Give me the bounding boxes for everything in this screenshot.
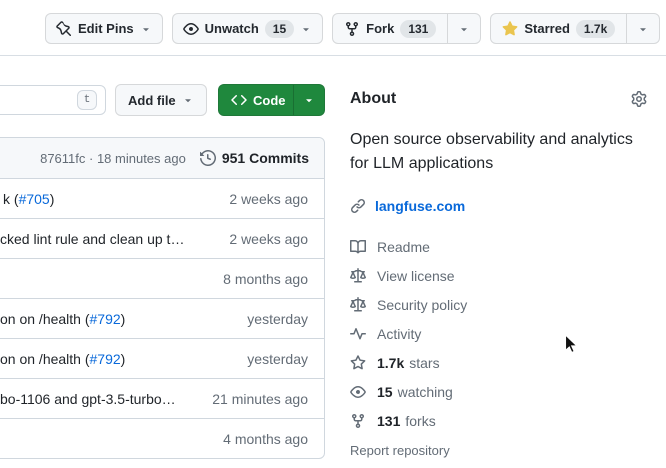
commit-date[interactable]: 2 weeks ago <box>229 231 324 247</box>
chevron-down-icon <box>140 23 152 35</box>
law-icon <box>350 268 366 284</box>
commit-message: cked lint rule and clean up t… <box>0 231 184 247</box>
commit-date[interactable]: 2 weeks ago <box>229 191 324 207</box>
website-link[interactable]: langfuse.com <box>375 198 465 214</box>
add-file-label: Add file <box>128 93 176 108</box>
repo-action-bar: Edit Pins Unwatch 15 Fork 131 Starred 1.… <box>45 13 660 44</box>
stars-link[interactable]: 1.7kstars <box>350 348 647 377</box>
issue-link[interactable]: #705 <box>19 191 50 207</box>
eye-icon <box>183 21 199 37</box>
commit-history-link[interactable]: 951 Commits <box>200 150 309 166</box>
file-row[interactable]: on on /health (#792) yesterday <box>0 338 324 378</box>
law-icon <box>350 297 366 313</box>
fork-label: Fork <box>366 21 394 36</box>
security-policy-link[interactable]: Security policy <box>350 290 647 319</box>
file-row[interactable]: k (#705) 2 weeks ago <box>0 178 324 218</box>
code-dropdown-button[interactable] <box>293 85 324 115</box>
pin-icon <box>56 21 72 37</box>
file-row[interactable]: 4 months ago <box>0 418 324 458</box>
star-button-group: Starred 1.7k <box>490 13 660 44</box>
commit-date[interactable]: 8 months ago <box>223 271 324 287</box>
file-row[interactable]: on on /health (#792) yesterday <box>0 298 324 338</box>
fork-icon <box>350 413 366 429</box>
starred-button[interactable]: Starred 1.7k <box>491 14 626 43</box>
watch-label: Unwatch <box>205 21 259 36</box>
star-filled-icon <box>502 21 518 37</box>
fork-button-group: Fork 131 <box>332 13 481 44</box>
repo-description: Open source observability and analytics … <box>350 128 647 176</box>
star-icon <box>350 355 366 371</box>
chevron-down-icon <box>303 94 315 106</box>
star-dropdown-button[interactable] <box>626 14 659 43</box>
forks-link[interactable]: 131forks <box>350 406 647 435</box>
watch-count-badge: 15 <box>265 20 294 38</box>
commit-message: on on /health ( <box>0 351 90 367</box>
fork-button[interactable]: Fork 131 <box>333 14 447 43</box>
activity-link[interactable]: Activity <box>350 319 647 348</box>
chevron-down-icon <box>458 23 470 35</box>
watch-button[interactable]: Unwatch 15 <box>172 13 324 44</box>
code-icon <box>231 92 247 108</box>
book-icon <box>350 239 366 255</box>
file-row[interactable]: 8 months ago <box>0 258 324 298</box>
issue-link[interactable]: #792 <box>90 311 121 327</box>
edit-pins-button[interactable]: Edit Pins <box>45 13 163 44</box>
code-button[interactable]: Code <box>218 84 325 116</box>
fork-dropdown-button[interactable] <box>447 14 480 43</box>
file-row[interactable]: cked lint rule and clean up t… 2 weeks a… <box>0 218 324 258</box>
chevron-down-icon <box>300 23 312 35</box>
add-file-button[interactable]: Add file <box>115 84 207 116</box>
watching-link[interactable]: 15watching <box>350 377 647 406</box>
about-settings-button[interactable] <box>631 91 647 107</box>
gear-icon <box>631 91 647 107</box>
pulse-icon <box>350 326 366 342</box>
fork-count-badge: 131 <box>400 20 436 38</box>
commit-date[interactable]: yesterday <box>247 351 324 367</box>
latest-commit-meta[interactable]: 87611fc · 18 minutes ago <box>40 151 186 166</box>
starred-label: Starred <box>524 21 570 36</box>
chevron-down-icon <box>637 23 649 35</box>
edit-pins-label: Edit Pins <box>78 21 134 36</box>
go-to-file-input[interactable]: t <box>0 85 106 115</box>
fork-icon <box>344 21 360 37</box>
header-divider <box>0 55 666 56</box>
issue-link[interactable]: #792 <box>90 351 121 367</box>
eye-icon <box>350 384 366 400</box>
keyboard-shortcut-badge: t <box>77 90 97 110</box>
commit-message: k ( <box>3 191 19 207</box>
code-label: Code <box>253 93 286 108</box>
about-sidebar: About Open source observability and anal… <box>350 90 647 458</box>
commit-message: on on /health ( <box>0 311 90 327</box>
readme-link[interactable]: Readme <box>350 232 647 261</box>
about-title: About <box>350 90 396 108</box>
commit-date[interactable]: yesterday <box>247 311 324 327</box>
history-icon <box>200 150 216 166</box>
star-count-badge: 1.7k <box>576 20 615 38</box>
commit-date[interactable]: 4 months ago <box>223 431 324 447</box>
latest-commit-bar: 87611fc · 18 minutes ago 951 Commits <box>0 138 324 178</box>
commit-date[interactable]: 21 minutes ago <box>212 391 324 407</box>
chevron-down-icon <box>182 94 194 106</box>
license-link[interactable]: View license <box>350 261 647 290</box>
link-icon <box>350 198 366 214</box>
commit-message: bo-1106 and gpt-3.5-turbo… <box>0 391 176 407</box>
file-browser-table: 87611fc · 18 minutes ago 951 Commits k (… <box>0 137 325 459</box>
commit-count-label: 951 Commits <box>222 150 309 166</box>
report-repository-link[interactable]: Report repository <box>350 443 647 458</box>
file-row[interactable]: bo-1106 and gpt-3.5-turbo… 21 minutes ag… <box>0 378 324 418</box>
